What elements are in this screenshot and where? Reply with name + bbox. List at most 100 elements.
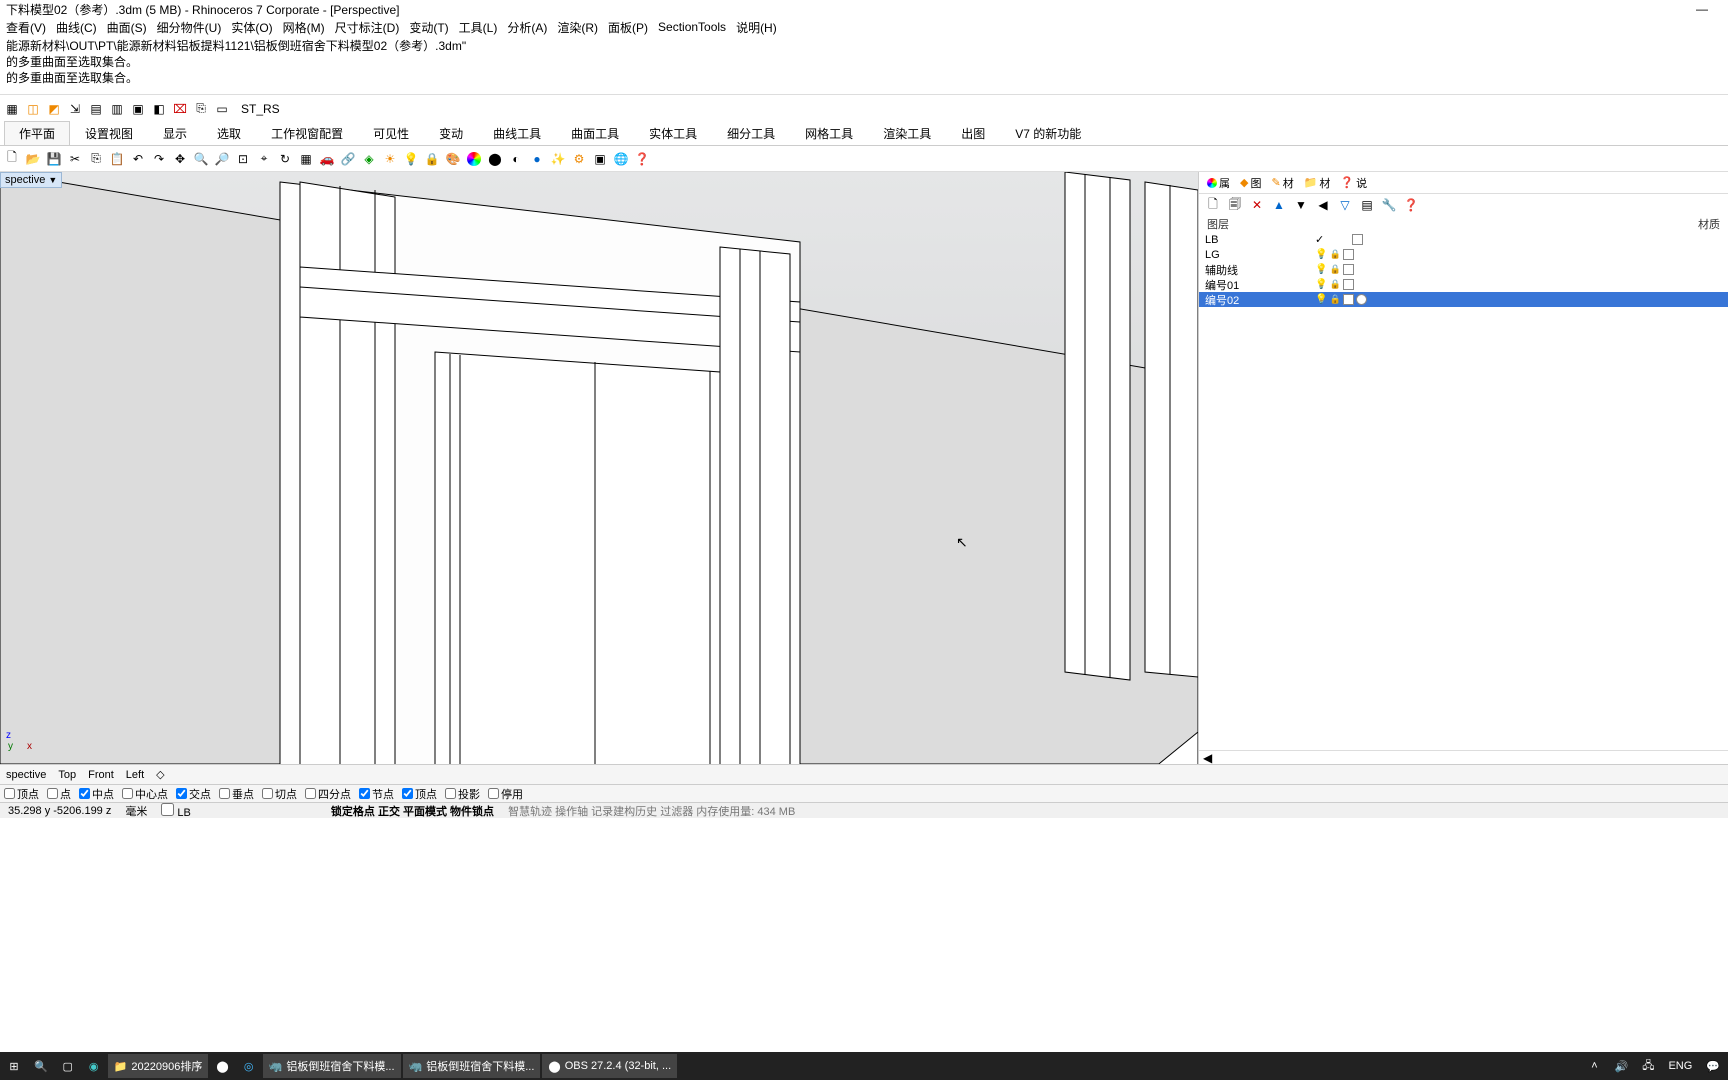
- status-units[interactable]: 毫米: [121, 803, 151, 819]
- sun-icon[interactable]: ☀: [380, 149, 400, 169]
- lock-icon[interactable]: 🔒: [1329, 264, 1340, 275]
- grid-icon[interactable]: ▦: [296, 149, 316, 169]
- tab-surface-tools[interactable]: 曲面工具: [556, 121, 634, 145]
- zoom-in-icon[interactable]: 🔍: [191, 149, 211, 169]
- perspective-viewport[interactable]: spective ▼ ↖ z yx: [0, 172, 1198, 764]
- light-icon[interactable]: 💡: [401, 149, 421, 169]
- tool-icon-10[interactable]: ⎘: [191, 99, 211, 119]
- visible-icon[interactable]: 💡: [1315, 264, 1327, 275]
- osnap-end[interactable]: 顶点: [4, 786, 39, 802]
- new-icon[interactable]: 🗋: [2, 149, 22, 169]
- layer-row[interactable]: 编号01 💡 🔒: [1199, 277, 1728, 292]
- tray-network-icon[interactable]: 🖧: [1636, 1054, 1660, 1078]
- tab-viewport[interactable]: 工作视窗配置: [256, 121, 358, 145]
- render-4-icon[interactable]: ●: [527, 149, 547, 169]
- panel-tab-material2[interactable]: 📁材: [1300, 174, 1335, 192]
- tab-v7-new[interactable]: V7 的新功能: [1000, 121, 1096, 145]
- tab-select[interactable]: 选取: [202, 121, 256, 145]
- tab-subd-tools[interactable]: 细分工具: [712, 121, 790, 145]
- tab-curve-tools[interactable]: 曲线工具: [478, 121, 556, 145]
- color-swatch[interactable]: [1352, 234, 1363, 245]
- delete-layer-icon[interactable]: ✕: [1247, 195, 1267, 215]
- status-lb-checkbox[interactable]: LB: [157, 803, 195, 819]
- osnap-disable[interactable]: 停用: [488, 786, 523, 802]
- globe-icon[interactable]: 🌐: [611, 149, 631, 169]
- tab-transform[interactable]: 变动: [424, 121, 478, 145]
- save-icon[interactable]: 💾: [44, 149, 64, 169]
- tool-icon-1[interactable]: ▦: [2, 99, 22, 119]
- lock-icon[interactable]: 🔒: [1329, 249, 1340, 260]
- minimize-button[interactable]: —: [1682, 2, 1722, 16]
- osnap-quad[interactable]: 四分点: [305, 786, 351, 802]
- current-check-icon[interactable]: ✓: [1315, 233, 1324, 246]
- start-button[interactable]: ⊞: [2, 1054, 26, 1078]
- edge-icon[interactable]: ◉: [82, 1054, 106, 1078]
- tray-volume-icon[interactable]: 🔊: [1608, 1054, 1634, 1078]
- zoom-selected-icon[interactable]: ⌖: [254, 149, 274, 169]
- menu-curve[interactable]: 曲线(C): [52, 18, 101, 37]
- menu-surface[interactable]: 曲面(S): [103, 18, 151, 37]
- menu-analyze[interactable]: 分析(A): [503, 18, 551, 37]
- tool-icon-11[interactable]: ▭: [212, 99, 232, 119]
- undo-icon[interactable]: ↶: [128, 149, 148, 169]
- spark-icon[interactable]: ✨: [548, 149, 568, 169]
- vt-top[interactable]: Top: [58, 769, 76, 781]
- move-left-icon[interactable]: ◀: [1313, 195, 1333, 215]
- tray-lang[interactable]: ENG: [1662, 1054, 1698, 1078]
- color-swatch[interactable]: [1343, 249, 1354, 260]
- layer-row[interactable]: 辅助线 💡 🔒: [1199, 262, 1728, 277]
- car-icon[interactable]: 🚗: [317, 149, 337, 169]
- osnap-cen[interactable]: 中心点: [122, 786, 168, 802]
- paint-icon[interactable]: 🎨: [443, 149, 463, 169]
- osnap-point[interactable]: 点: [47, 786, 71, 802]
- tab-setview[interactable]: 设置视图: [70, 121, 148, 145]
- osnap-tan[interactable]: 切点: [262, 786, 297, 802]
- tool-icon-4[interactable]: ⇲: [65, 99, 85, 119]
- link-icon[interactable]: 🔗: [338, 149, 358, 169]
- col-material[interactable]: 材质: [1698, 216, 1720, 232]
- osnap-mid[interactable]: 中点: [79, 786, 114, 802]
- tool-icon-3[interactable]: ◩: [44, 99, 64, 119]
- menu-solid[interactable]: 实体(O): [227, 18, 276, 37]
- tool-icon-5[interactable]: ▤: [86, 99, 106, 119]
- zoom-out-icon[interactable]: 🔎: [212, 149, 232, 169]
- menu-panels[interactable]: 面板(P): [604, 18, 652, 37]
- new-sublayer-icon[interactable]: 🗐: [1225, 195, 1245, 215]
- osnap-int[interactable]: 交点: [176, 786, 211, 802]
- vt-left[interactable]: Left: [126, 769, 144, 781]
- tool-icon-7[interactable]: ▣: [128, 99, 148, 119]
- menu-sectiontools[interactable]: SectionTools: [654, 19, 730, 35]
- taskview-icon[interactable]: ▢: [56, 1054, 80, 1078]
- osnap-knot[interactable]: 节点: [359, 786, 394, 802]
- lock-icon[interactable]: 🔒: [422, 149, 442, 169]
- panel-tab-layers[interactable]: ◆图: [1236, 174, 1265, 192]
- visible-icon[interactable]: 💡: [1315, 249, 1327, 260]
- tab-visibility[interactable]: 可见性: [358, 121, 424, 145]
- status-rest[interactable]: 智慧轨迹 操作轴 记录建构历史 过滤器 内存使用量: 434 MB: [504, 803, 799, 819]
- tray-up-icon[interactable]: ˄: [1582, 1054, 1606, 1078]
- rotate-view-icon[interactable]: ↻: [275, 149, 295, 169]
- tool-icon-6[interactable]: ▥: [107, 99, 127, 119]
- move-up-icon[interactable]: ▲: [1269, 195, 1289, 215]
- render-2-icon[interactable]: ⬤: [485, 149, 505, 169]
- layer-help-icon[interactable]: ❓: [1401, 195, 1421, 215]
- osnap-project[interactable]: 投影: [445, 786, 480, 802]
- vt-front[interactable]: Front: [88, 769, 114, 781]
- rhino-task-2[interactable]: 🦏铝板倒班宿舍下料模...: [403, 1054, 541, 1078]
- layer-row[interactable]: 编号02 💡 🔒: [1199, 292, 1728, 307]
- menu-transform[interactable]: 变动(T): [405, 18, 452, 37]
- paste-icon[interactable]: 📋: [107, 149, 127, 169]
- task-app-0[interactable]: ⬤: [210, 1054, 234, 1078]
- menu-tools[interactable]: 工具(L): [455, 18, 502, 37]
- visible-icon[interactable]: 💡: [1315, 294, 1327, 305]
- panel-tab-properties[interactable]: 属: [1203, 174, 1234, 192]
- vt-add[interactable]: ◇: [156, 768, 164, 781]
- panel-tab-material[interactable]: ✎材: [1267, 174, 1297, 192]
- viewport-title[interactable]: spective ▼: [0, 172, 62, 188]
- visible-icon[interactable]: 💡: [1315, 279, 1327, 290]
- tool-icon-2[interactable]: ◫: [23, 99, 43, 119]
- rhino-task-1[interactable]: 🦏铝板倒班宿舍下料模...: [263, 1054, 401, 1078]
- filter-icon[interactable]: ▽: [1335, 195, 1355, 215]
- tab-render-tools[interactable]: 渲染工具: [868, 121, 946, 145]
- color-swatch[interactable]: [1343, 294, 1354, 305]
